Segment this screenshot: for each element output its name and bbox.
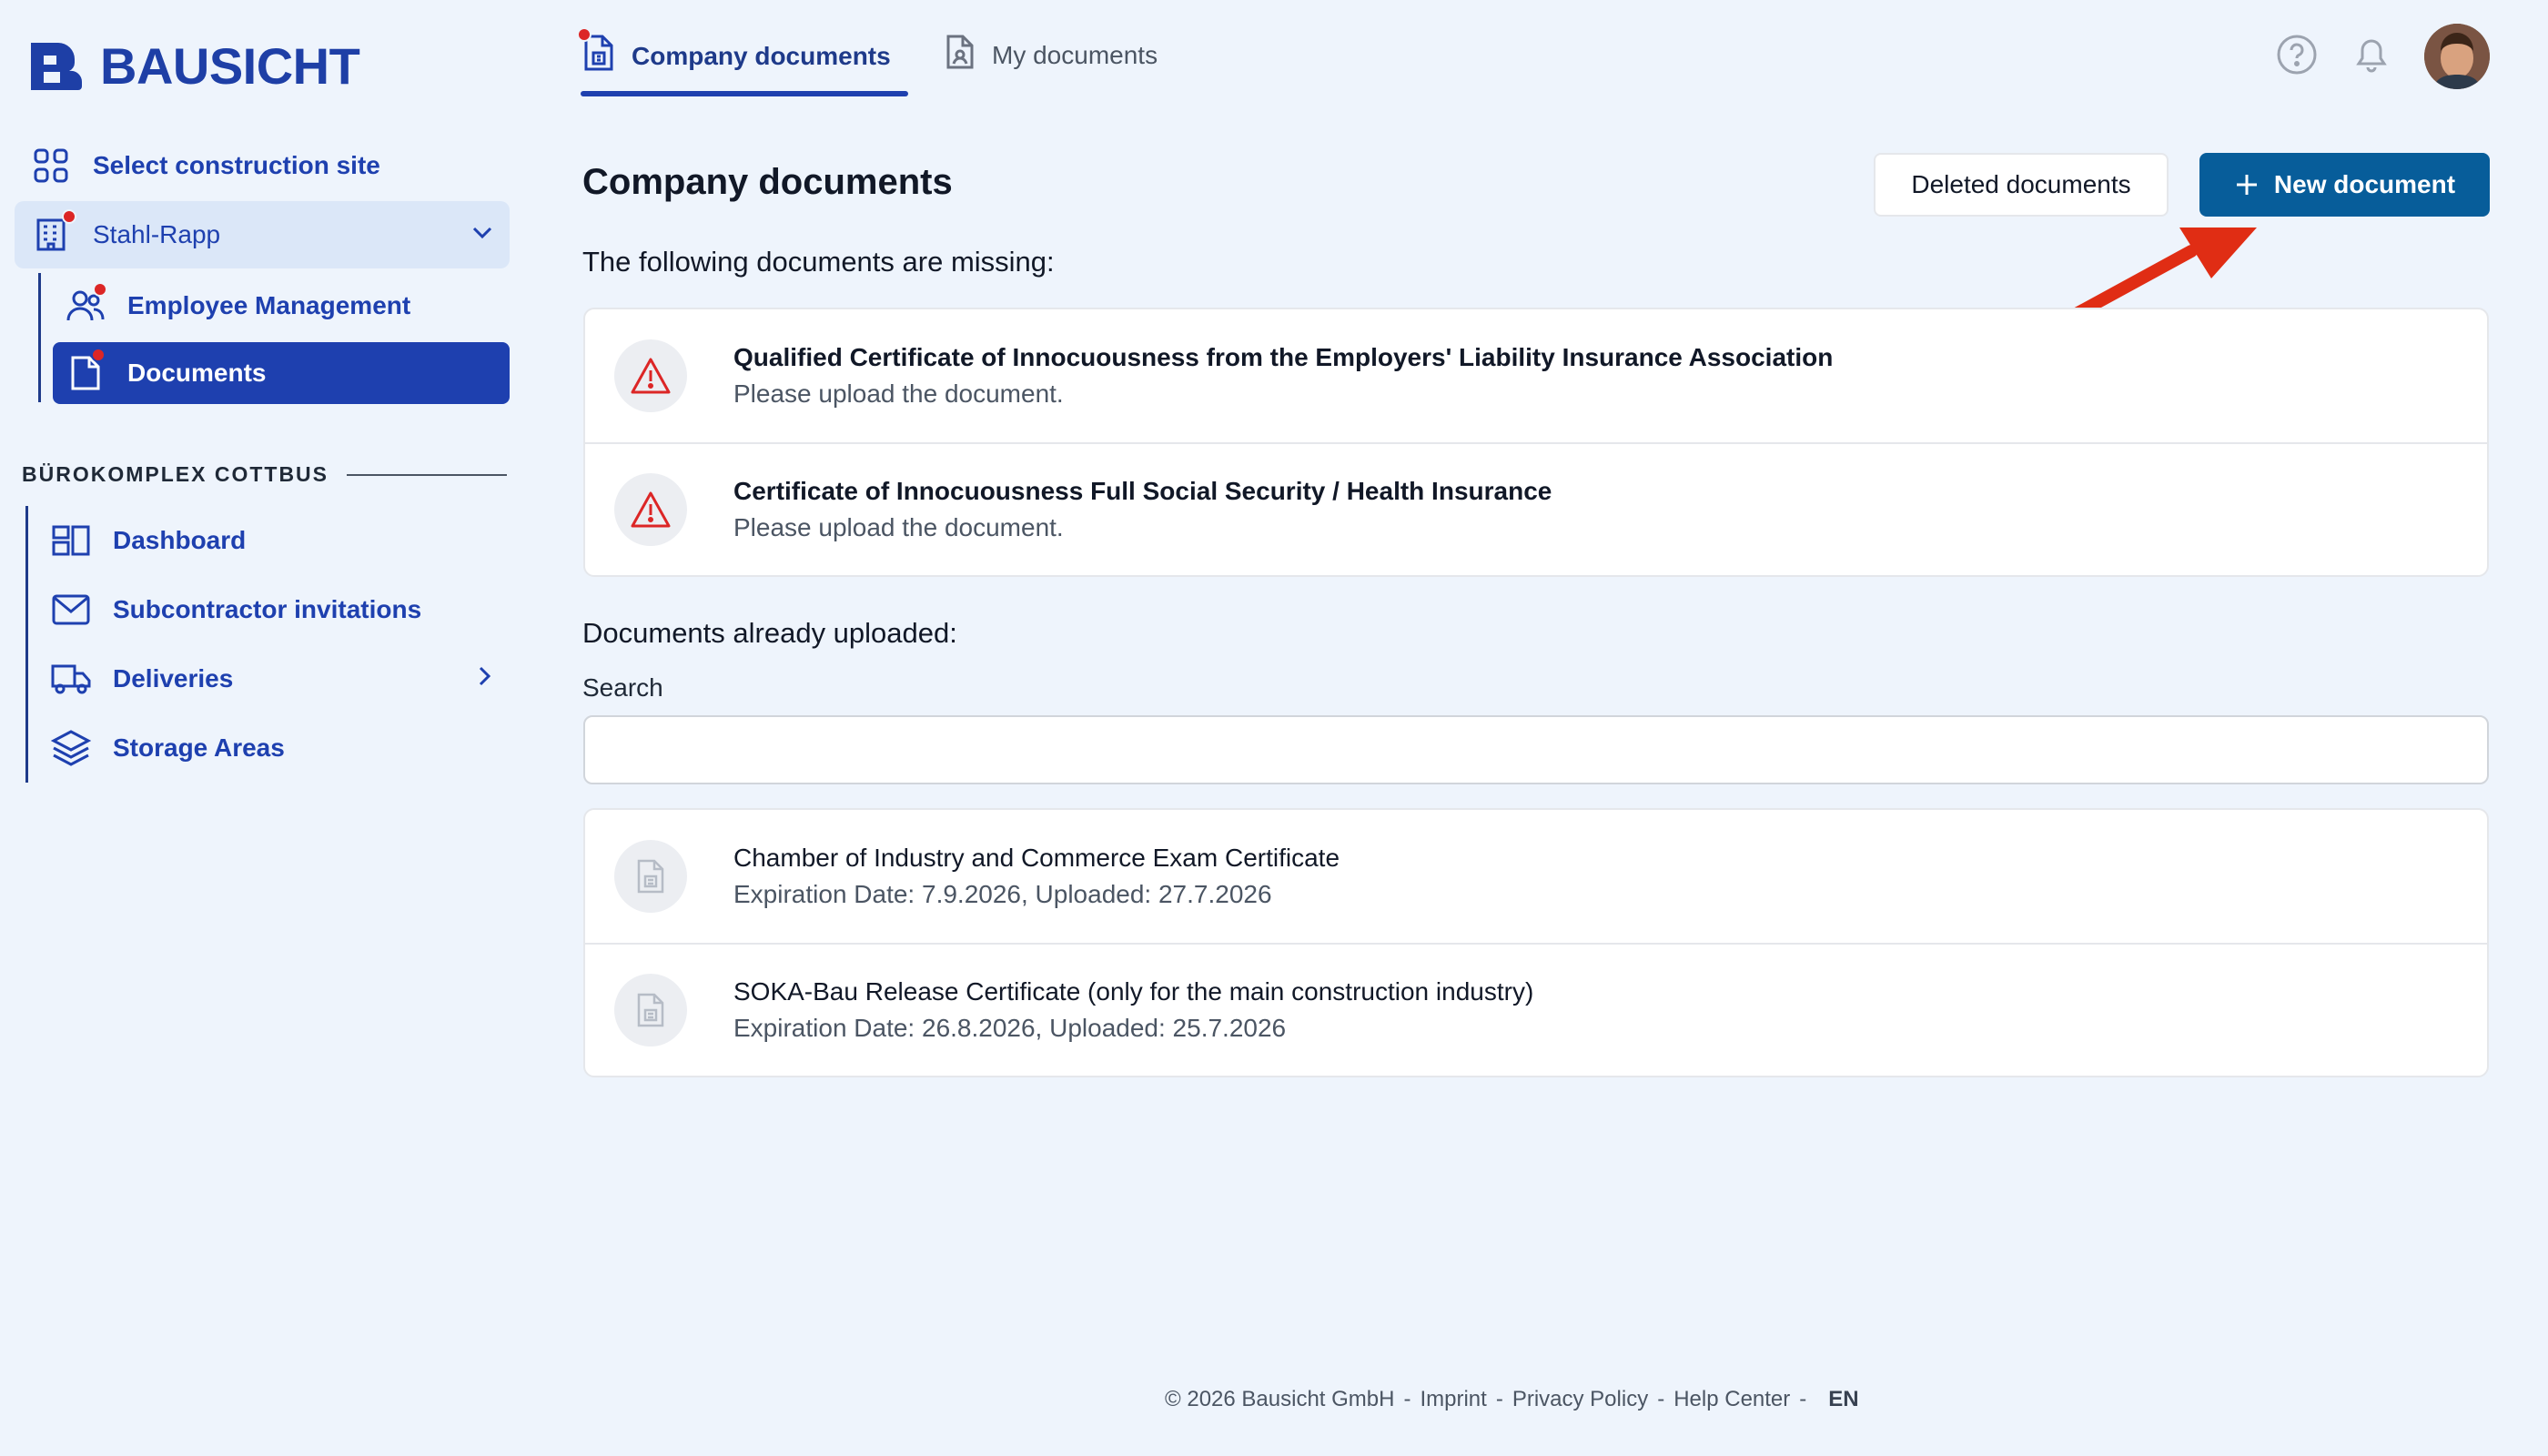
document-title: Certificate of Innocuousness Full Social… <box>733 477 1552 505</box>
building-icon <box>31 209 76 255</box>
tab-company-documents[interactable]: Company documents <box>577 27 891 79</box>
dashboard-icon <box>51 521 91 561</box>
document-note: Please upload the document. <box>733 513 1064 541</box>
top-actions <box>2275 24 2490 89</box>
imprint-link[interactable]: Imprint <box>1420 1387 1486 1412</box>
separator: - <box>1799 1387 1807 1411</box>
list-item[interactable]: SOKA-Bau Release Certificate (only for t… <box>585 943 2487 1076</box>
missing-documents-list: Qualified Certificate of Innocuousness f… <box>583 308 2489 577</box>
section-divider <box>347 473 507 476</box>
chevron-down-icon <box>470 219 495 251</box>
bausicht-logo-icon <box>31 42 83 90</box>
company-selector-row[interactable]: Stahl-Rapp <box>31 209 495 255</box>
sidebar-item-label: Employee Management <box>127 291 411 319</box>
sidebar-item-label: Deliveries <box>113 664 234 693</box>
select-construction-site[interactable]: Select construction site <box>31 146 380 186</box>
tab-my-documents[interactable]: My documents <box>945 33 1158 77</box>
sidebar-item-subcontractor-invitations[interactable]: Subcontractor invitations <box>51 590 421 630</box>
notification-dot <box>62 209 76 224</box>
notification-dot <box>93 282 107 297</box>
select-site-label: Select construction site <box>93 151 380 179</box>
brand-name: BAUSICHT <box>100 37 360 95</box>
deleted-documents-button[interactable]: Deleted documents <box>1874 153 2169 217</box>
uploaded-documents-list: Chamber of Industry and Commerce Exam Ce… <box>583 808 2489 1077</box>
sidebar-item-label: Dashboard <box>113 526 247 554</box>
separator: - <box>1657 1387 1665 1411</box>
language-switcher[interactable]: EN <box>1828 1387 1858 1412</box>
tab-label: My documents <box>992 40 1158 69</box>
notification-dot <box>577 27 592 42</box>
grid-icon <box>31 146 71 186</box>
warning-icon <box>614 339 687 412</box>
company-name: Stahl-Rapp <box>93 220 221 248</box>
section-title-text: BÜROKOMPLEX COTTBUS <box>22 462 329 486</box>
chevron-right-icon <box>471 663 497 695</box>
sidebar-item-employee-management[interactable]: Employee Management <box>66 282 411 326</box>
sidebar-item-documents[interactable]: Documents <box>66 348 267 393</box>
document-meta: Expiration Date: 26.8.2026, Uploaded: 25… <box>733 1014 1287 1042</box>
tree-line <box>25 506 28 783</box>
sidebar-item-dashboard[interactable]: Dashboard <box>51 521 246 561</box>
page-title: Company documents <box>582 162 953 202</box>
missing-heading: The following documents are missing: <box>582 246 1055 278</box>
users-icon <box>66 282 107 326</box>
personal-document-icon <box>945 33 976 77</box>
company-document-icon <box>577 27 615 79</box>
uploaded-heading: Documents already uploaded: <box>582 617 957 649</box>
help-center-link[interactable]: Help Center <box>1673 1387 1790 1412</box>
document-meta: Expiration Date: 7.9.2026, Uploaded: 27.… <box>733 880 1272 908</box>
sidebar-item-label: Storage Areas <box>113 733 285 762</box>
sidebar-item-deliveries[interactable]: Deliveries <box>51 659 497 699</box>
truck-icon <box>51 659 91 699</box>
document-title: Chamber of Industry and Commerce Exam Ce… <box>733 844 1340 872</box>
document-title: SOKA-Bau Release Certificate (only for t… <box>733 977 1534 1006</box>
sidebar: BAUSICHT Select construction site Stahl-… <box>0 0 528 1456</box>
privacy-policy-link[interactable]: Privacy Policy <box>1512 1387 1648 1412</box>
sidebar-item-label: Subcontractor invitations <box>113 595 422 623</box>
document-title: Qualified Certificate of Innocuousness f… <box>733 343 1834 371</box>
tree-line <box>38 273 41 402</box>
footer: © 2026 Bausicht GmbH - Imprint - Privacy… <box>1165 1387 1859 1412</box>
search-input[interactable] <box>583 715 2489 784</box>
envelope-icon <box>51 590 91 630</box>
plus-icon <box>2236 175 2257 195</box>
search-label: Search <box>582 673 663 702</box>
separator: - <box>1495 1387 1503 1411</box>
user-avatar[interactable] <box>2424 24 2490 89</box>
bell-icon[interactable] <box>2351 33 2391 81</box>
separator: - <box>1403 1387 1411 1411</box>
warning-icon <box>614 473 687 546</box>
document-icon <box>66 348 106 393</box>
list-item[interactable]: Certificate of Innocuousness Full Social… <box>585 442 2487 575</box>
file-icon <box>614 974 687 1046</box>
document-note: Please upload the document. <box>733 379 1064 408</box>
copyright: © 2026 Bausicht GmbH <box>1165 1387 1395 1411</box>
file-icon <box>614 840 687 913</box>
help-icon[interactable] <box>2275 33 2319 81</box>
tab-label: Company documents <box>632 41 891 70</box>
notification-dot <box>91 348 106 362</box>
brand-logo[interactable]: BAUSICHT <box>27 36 360 96</box>
section-title: BÜROKOMPLEX COTTBUS <box>22 462 507 487</box>
list-item[interactable]: Qualified Certificate of Innocuousness f… <box>585 309 2487 442</box>
new-document-button[interactable]: New document <box>2199 153 2490 217</box>
new-document-label: New document <box>2273 170 2456 198</box>
list-item[interactable]: Chamber of Industry and Commerce Exam Ce… <box>585 810 2487 943</box>
sidebar-item-storage-areas[interactable]: Storage Areas <box>51 728 285 768</box>
layers-icon <box>51 728 91 768</box>
active-tab-indicator <box>581 91 908 96</box>
sidebar-item-label: Documents <box>127 359 267 387</box>
